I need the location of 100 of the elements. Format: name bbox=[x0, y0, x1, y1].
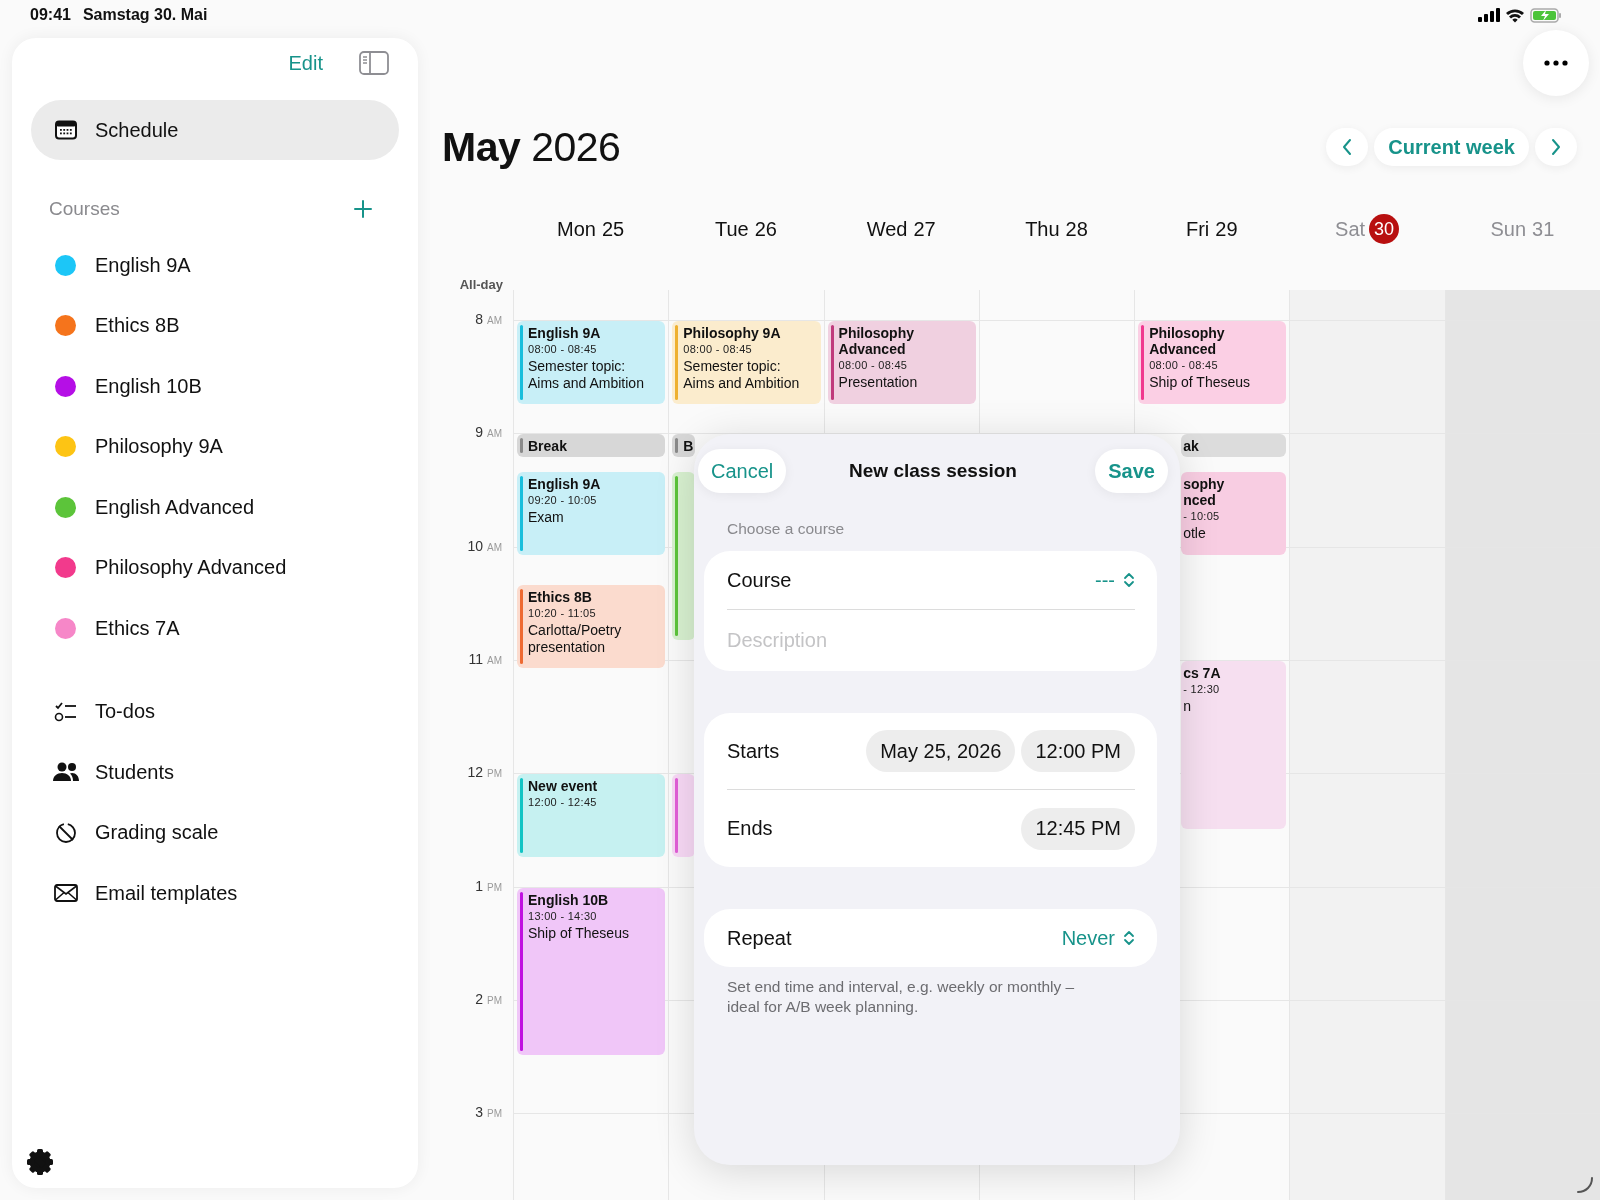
event-time: 08:00 - 08:45 bbox=[838, 358, 909, 373]
updown-chevron-icon bbox=[1123, 571, 1135, 589]
date-picker[interactable]: May 25, 2026 bbox=[866, 730, 1016, 772]
day-name: Tue bbox=[714, 217, 749, 241]
signal-icon bbox=[1478, 8, 1500, 22]
time-picker[interactable]: 12:00 PM bbox=[1021, 730, 1135, 772]
hour-label: 10 AM bbox=[467, 537, 502, 554]
time-picker[interactable]: 12:45 PM bbox=[1021, 807, 1135, 850]
event-title: Philosophy 9A bbox=[683, 325, 782, 341]
field-label: Course bbox=[727, 568, 792, 592]
course-name[interactable]: English Advanced bbox=[95, 495, 254, 519]
slashed-circle-icon bbox=[55, 821, 77, 844]
course-name[interactable]: Ethics 7A bbox=[95, 616, 180, 640]
people-icon bbox=[52, 762, 80, 783]
event-note: Ship of Theseus bbox=[1149, 374, 1252, 391]
edit-button[interactable]: Edit bbox=[288, 51, 323, 75]
event-card[interactable]: English 10B 13:00 - 14:30 Ship of Theseus bbox=[517, 887, 666, 1056]
day-name: Thu bbox=[1025, 217, 1060, 241]
event-card[interactable]: Philosophy Advanced 08:00 - 08:45 Ship of Theseus bbox=[1138, 321, 1287, 404]
event-card[interactable]: Philosophy 9A 08:00 - 08:45 Semester topic: Aims and Ambition bbox=[672, 321, 821, 404]
chevron-left-icon bbox=[1342, 138, 1353, 156]
calendar-icon bbox=[55, 120, 77, 140]
envelope-icon bbox=[54, 884, 78, 903]
event-title: English 9A bbox=[528, 476, 602, 492]
event-card[interactable]: New event 12:00 - 12:45 bbox=[517, 774, 666, 858]
form-card[interactable]: Course --- Description bbox=[704, 551, 1157, 671]
event-card[interactable]: English 9A 08:00 - 08:45 Semester topic: Aims and Ambition bbox=[517, 321, 666, 404]
course-name[interactable]: English 10B bbox=[95, 374, 202, 398]
day-date: 26 bbox=[754, 217, 777, 241]
wifi-icon bbox=[1505, 7, 1525, 23]
course-name[interactable]: Philosophy 9A bbox=[95, 435, 223, 459]
day-date: 25 bbox=[601, 217, 625, 241]
add-icon[interactable] bbox=[353, 199, 373, 219]
event-card[interactable]: sophy nced - 10:05 otle bbox=[1181, 472, 1287, 555]
event-card[interactable]: cs 7A - 12:30 n bbox=[1181, 660, 1287, 829]
save-button[interactable]: Save bbox=[1095, 449, 1168, 493]
event-time: 08:00 - 08:45 bbox=[1149, 358, 1219, 373]
battery-charging-icon bbox=[1530, 7, 1562, 23]
sidebar-item[interactable]: Email templates bbox=[31, 863, 399, 924]
event-card[interactable]: English 9A 09:20 - 10:05 Exam bbox=[517, 472, 666, 555]
resize-handle-icon[interactable] bbox=[1576, 1176, 1594, 1194]
current-week-button[interactable]: Current week bbox=[1374, 128, 1529, 166]
day-name: Fri bbox=[1186, 217, 1210, 241]
course-name[interactable]: English 9A bbox=[95, 253, 191, 277]
event-note: Carlotta/Poetry presentation bbox=[528, 622, 623, 657]
day-date: 28 bbox=[1065, 217, 1088, 241]
event-card[interactable] bbox=[672, 472, 696, 640]
event-title: Break bbox=[528, 438, 568, 455]
event-note: Semester topic: Aims and Ambition bbox=[528, 358, 645, 392]
break-card[interactable]: B bbox=[672, 434, 696, 458]
event-title: New event bbox=[528, 778, 599, 795]
event-note: n bbox=[1183, 697, 1192, 715]
sidebar-toggle-icon[interactable] bbox=[359, 51, 389, 75]
repeat-picker[interactable]: Never bbox=[1061, 926, 1135, 950]
event-title: B bbox=[683, 438, 695, 455]
event-title: English 10B bbox=[528, 891, 610, 908]
day-name: Wed bbox=[866, 217, 908, 241]
event-title: English 9A bbox=[528, 325, 602, 341]
event-time: 08:00 - 08:45 bbox=[528, 342, 598, 357]
hour-label: 2 PM bbox=[475, 990, 502, 1007]
status-time: 09:41 bbox=[30, 6, 71, 24]
course-picker[interactable]: --- bbox=[1095, 568, 1135, 592]
event-card[interactable]: Philosophy Advanced 08:00 - 08:45 Presentation bbox=[827, 321, 976, 404]
month-title: May 2026 bbox=[442, 123, 621, 171]
event-card[interactable] bbox=[672, 774, 696, 858]
event-title: cs 7A bbox=[1183, 664, 1222, 681]
event-card[interactable]: Ethics 8B 10:20 - 11:05 Carlotta/Poetry presentation bbox=[517, 585, 666, 669]
hour-label: 1 PM bbox=[475, 877, 502, 894]
sidebar-item[interactable]: To-dos bbox=[31, 681, 399, 742]
section-label: Choose a course bbox=[727, 519, 846, 539]
sidebar-item[interactable]: Grading scale bbox=[31, 802, 399, 863]
event-title: Ethics 8B bbox=[528, 589, 593, 606]
chevron-right-icon bbox=[1551, 138, 1561, 156]
day-date: 27 bbox=[913, 217, 936, 241]
day-name: Sat bbox=[1335, 217, 1366, 241]
sidebar-item[interactable]: Schedule bbox=[31, 100, 399, 160]
event-time: 10:20 - 11:05 bbox=[528, 606, 597, 622]
event-time: 13:00 - 14:30 bbox=[528, 908, 598, 924]
today-badge: 30 bbox=[1369, 214, 1400, 244]
event-time: - 10:05 bbox=[1183, 509, 1221, 524]
updown-chevron-icon bbox=[1123, 929, 1135, 947]
hour-label: 12 PM bbox=[467, 764, 502, 781]
all-day-label: All-day bbox=[459, 277, 503, 292]
day-name: Sun bbox=[1490, 217, 1526, 241]
event-time: 09:20 - 10:05 bbox=[528, 493, 598, 508]
event-note: Presentation bbox=[838, 374, 919, 391]
break-card[interactable]: ak bbox=[1181, 434, 1287, 458]
event-note: Semester topic: Aims and Ambition bbox=[683, 358, 801, 392]
checklist-icon bbox=[54, 700, 78, 723]
course-name[interactable]: Philosophy Advanced bbox=[95, 556, 287, 580]
course-name[interactable]: Ethics 8B bbox=[95, 314, 180, 338]
event-title: sophy nced bbox=[1183, 476, 1226, 508]
sidebar-item[interactable]: Students bbox=[31, 742, 399, 803]
event-title: Philosophy Advanced bbox=[1149, 325, 1226, 357]
event-title: ak bbox=[1183, 438, 1200, 455]
previous-week-button[interactable] bbox=[1326, 128, 1369, 166]
break-card[interactable]: Break bbox=[517, 434, 666, 458]
settings-icon[interactable] bbox=[26, 1148, 54, 1176]
next-week-button[interactable] bbox=[1535, 128, 1577, 166]
cancel-button[interactable]: Cancel bbox=[698, 449, 787, 493]
